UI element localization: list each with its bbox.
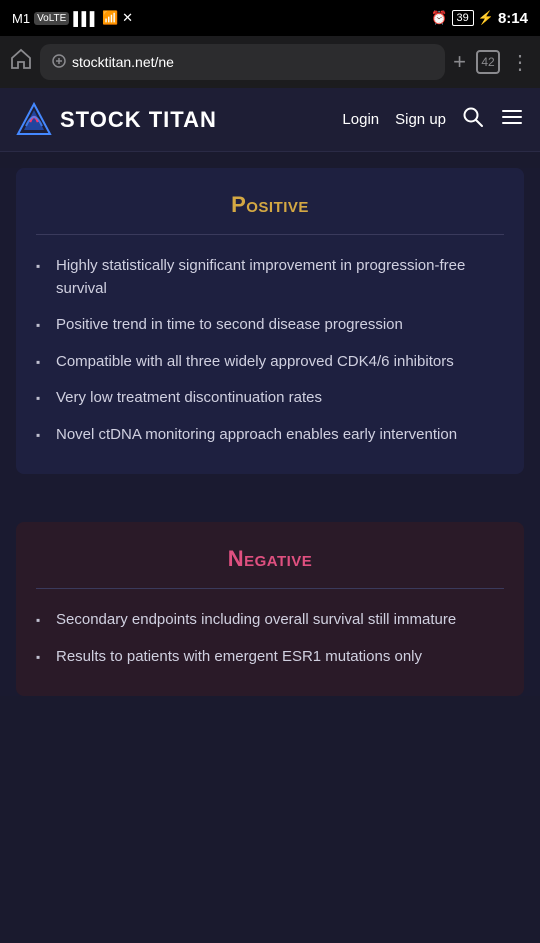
logo-area: STOCK TITAN bbox=[16, 102, 342, 138]
negative-bullet-list: Secondary endpoints including overall su… bbox=[36, 609, 504, 668]
list-item: Results to patients with emergent ESR1 m… bbox=[36, 646, 504, 669]
charging-icon: ⚡ bbox=[478, 10, 494, 26]
list-item: Compatible with all three widely approve… bbox=[36, 351, 504, 374]
signal-icon: ▌▌▌ bbox=[73, 11, 98, 26]
time-display: 8:14 bbox=[498, 10, 528, 27]
browser-actions: + 42 ⋮ bbox=[453, 49, 530, 75]
logo-icon bbox=[16, 102, 52, 138]
positive-divider bbox=[36, 234, 504, 235]
browser-menu-button[interactable]: ⋮ bbox=[510, 50, 530, 75]
browser-chrome: stocktitan.net/ne + 42 ⋮ bbox=[0, 36, 540, 88]
positive-section-title: Positive bbox=[36, 192, 504, 218]
browser-url-bar[interactable]: stocktitan.net/ne bbox=[40, 44, 445, 80]
site-header: STOCK TITAN Login Sign up bbox=[0, 88, 540, 152]
negative-divider bbox=[36, 588, 504, 589]
negative-section-title: Negative bbox=[36, 546, 504, 572]
status-bar: M1 VoLTE ▌▌▌ 📶 ✕ ⏰ 39 ⚡ 8:14 bbox=[0, 0, 540, 36]
volte-badge: VoLTE bbox=[34, 12, 69, 25]
status-left: M1 VoLTE ▌▌▌ 📶 ✕ bbox=[12, 10, 133, 26]
browser-home-button[interactable] bbox=[10, 48, 32, 76]
list-item: Positive trend in time to second disease… bbox=[36, 314, 504, 337]
list-item: Highly statistically significant improve… bbox=[36, 255, 504, 300]
battery-icon: 39 bbox=[452, 10, 474, 26]
tabs-count-button[interactable]: 42 bbox=[476, 50, 500, 74]
site-nav: Login Sign up bbox=[342, 105, 524, 135]
positive-section-card: Positive Highly statistically significan… bbox=[16, 168, 524, 474]
alarm-icon: ⏰ bbox=[431, 10, 447, 26]
carrier-label: M1 bbox=[12, 11, 30, 26]
signup-button[interactable]: Sign up bbox=[395, 111, 446, 128]
hamburger-menu-button[interactable] bbox=[500, 105, 524, 135]
site-title: STOCK TITAN bbox=[60, 107, 217, 133]
url-security-icon bbox=[52, 54, 66, 71]
extra-icon: ✕ bbox=[122, 10, 133, 26]
status-right: ⏰ 39 ⚡ 8:14 bbox=[431, 10, 528, 27]
main-content: Positive Highly statistically significan… bbox=[0, 168, 540, 696]
negative-section-card: Negative Secondary endpoints including o… bbox=[16, 522, 524, 696]
search-button[interactable] bbox=[462, 106, 484, 134]
list-item: Very low treatment discontinuation rates bbox=[36, 387, 504, 410]
section-gap bbox=[0, 490, 540, 506]
wifi-icon: 📶 bbox=[102, 10, 118, 26]
list-item: Secondary endpoints including overall su… bbox=[36, 609, 504, 632]
new-tab-button[interactable]: + bbox=[453, 49, 466, 75]
positive-bullet-list: Highly statistically significant improve… bbox=[36, 255, 504, 446]
login-button[interactable]: Login bbox=[342, 111, 379, 128]
url-text: stocktitan.net/ne bbox=[72, 54, 174, 70]
list-item: Novel ctDNA monitoring approach enables … bbox=[36, 424, 504, 447]
